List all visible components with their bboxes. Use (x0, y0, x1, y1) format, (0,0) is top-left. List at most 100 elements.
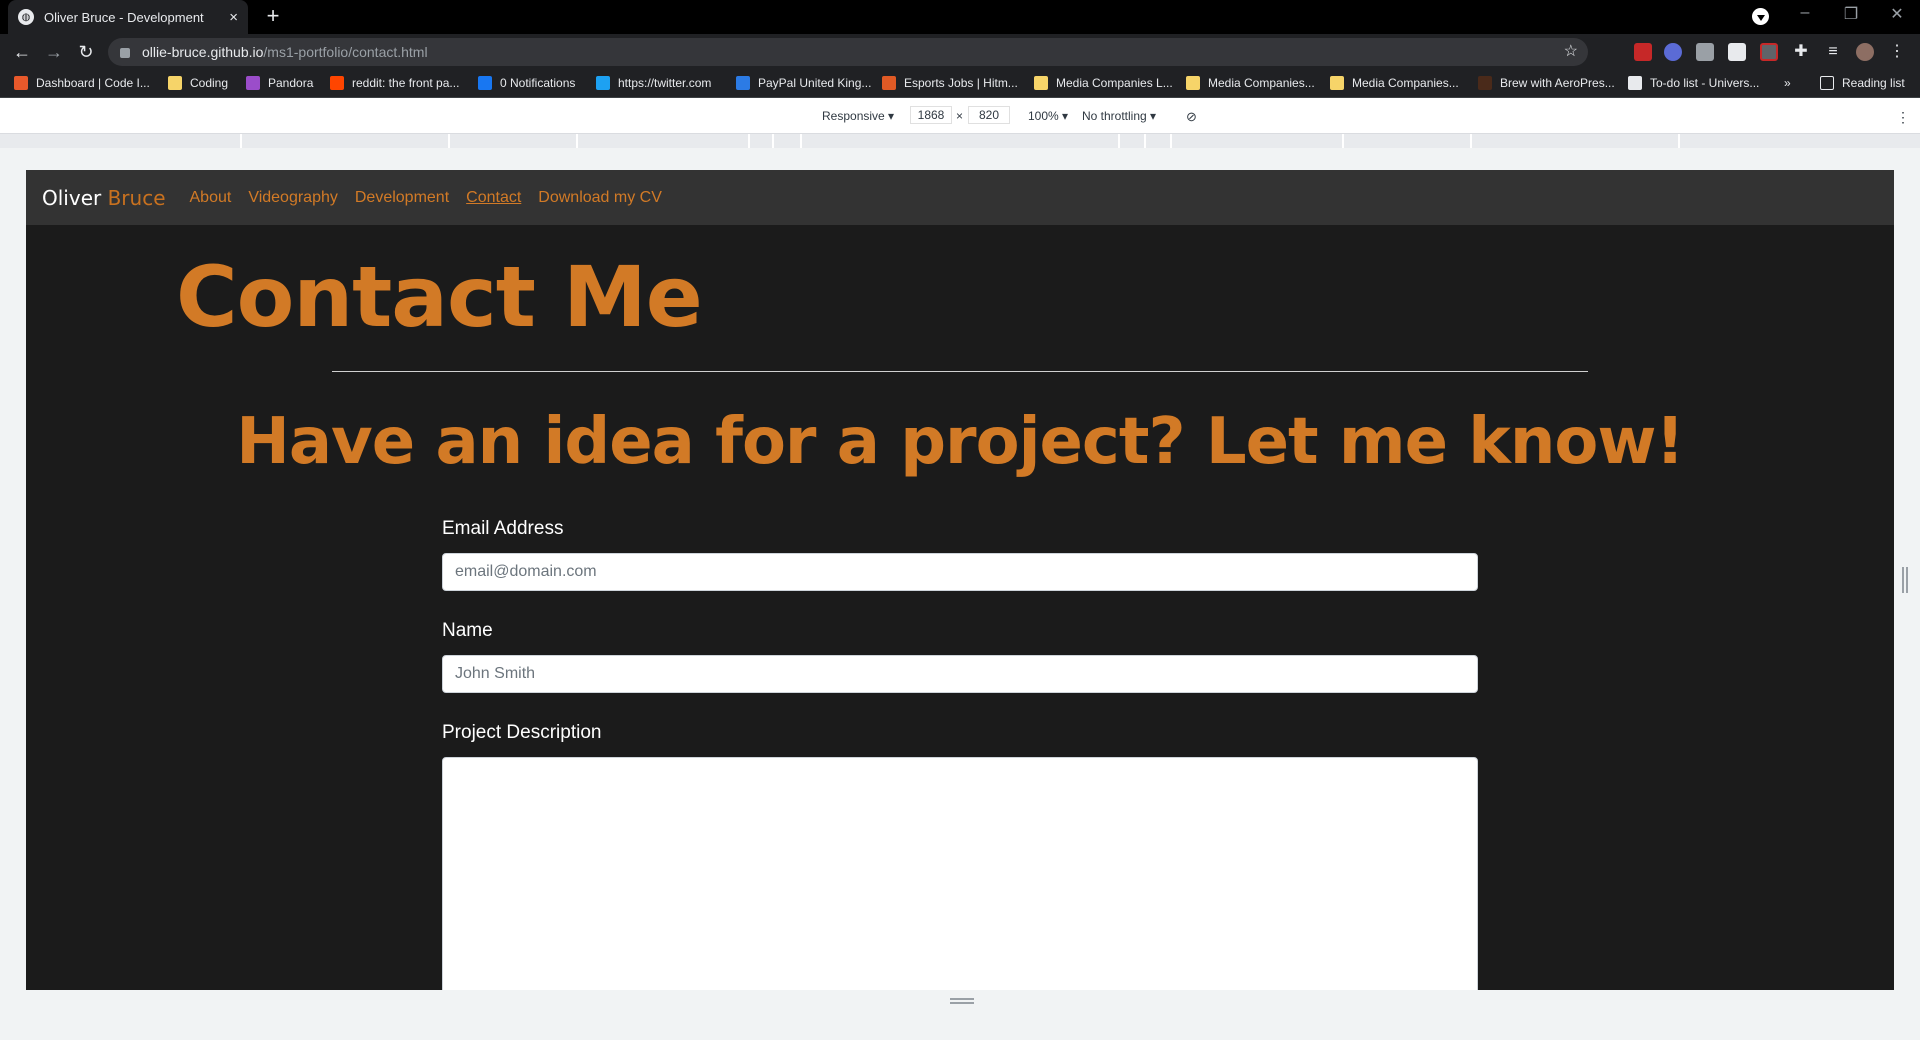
bookmark-item[interactable]: Dashboard | Code I... (14, 76, 150, 90)
viewport-resize-handle[interactable] (950, 998, 974, 1004)
restore-icon[interactable]: ❐ (1836, 4, 1866, 24)
bookmark-label: PayPal United King... (758, 76, 872, 90)
extension-icon[interactable] (1728, 43, 1746, 61)
bookmark-item[interactable]: Coding (168, 76, 228, 90)
bookmark-favicon-icon (1186, 76, 1200, 90)
bookmark-item[interactable]: Brew with AeroPres... (1478, 76, 1615, 90)
bookmark-label: Media Companies... (1352, 76, 1459, 90)
bookmark-label: Media Companies L... (1056, 76, 1173, 90)
back-icon[interactable]: ← (10, 40, 34, 64)
close-window-icon[interactable]: ✕ (1882, 4, 1912, 24)
bookmark-label: Dashboard | Code I... (36, 76, 150, 90)
bookmark-favicon-icon (736, 76, 750, 90)
lock-icon (120, 48, 130, 58)
description-label: Project Description (442, 722, 602, 743)
email-label: Email Address (442, 518, 564, 539)
ublock-extension-icon[interactable] (1634, 43, 1652, 61)
throttling-select[interactable]: No throttling ▾ (1082, 109, 1156, 123)
dimension-separator: × (956, 109, 964, 123)
new-tab-button[interactable]: + (260, 4, 286, 30)
bookmark-favicon-icon (478, 76, 492, 90)
browser-toolbar: ← → ↻ ollie-bruce.github.io/ms1-portfoli… (0, 34, 1920, 70)
contact-form: Email Address Name Project Description (442, 518, 1478, 990)
name-label: Name (442, 620, 493, 641)
bookmark-label: Coding (190, 76, 229, 90)
nav-link-contact[interactable]: Contact (466, 189, 521, 207)
bookmark-label: Media Companies... (1208, 76, 1315, 90)
brand-first-name: Oliver (42, 185, 102, 210)
bookmark-favicon-icon (168, 76, 182, 90)
bookmark-item[interactable]: Media Companies L... (1034, 76, 1173, 90)
bookmark-favicon-icon (14, 76, 28, 90)
globe-icon: ◍ (18, 9, 34, 25)
site-brand[interactable]: Oliver Bruce (42, 186, 166, 210)
divider (332, 371, 1588, 372)
rotate-icon[interactable]: ⊘ (1186, 109, 1197, 125)
bookmark-favicon-icon (1330, 76, 1344, 90)
bookmark-item[interactable]: Media Companies... (1186, 76, 1315, 90)
device-toolbar: Responsive ▾ 1868 × 820 100% ▾ No thrott… (0, 98, 1920, 134)
media-query-ruler[interactable] (0, 134, 1920, 148)
site-navbar: Oliver Bruce About Videography Developme… (26, 170, 1894, 225)
tagline: Have an idea for a project? Let me know! (236, 405, 1684, 479)
browser-tab[interactable]: ◍ Oliver Bruce - Development × (8, 0, 248, 34)
bookmark-star-icon[interactable]: ☆ (1564, 41, 1578, 61)
bookmark-favicon-icon (246, 76, 260, 90)
record-extension-icon[interactable] (1760, 43, 1778, 61)
tab-search-icon[interactable] (1752, 8, 1769, 25)
bookmark-favicon-icon (1034, 76, 1048, 90)
nav-link-about[interactable]: About (190, 189, 232, 207)
reload-icon[interactable]: ↻ (74, 40, 98, 64)
menu-kebab-icon[interactable]: ⋮ (1888, 43, 1906, 61)
bookmark-label: https://twitter.com (618, 76, 712, 90)
tab-title: Oliver Bruce - Development (44, 9, 204, 25)
reading-list-button[interactable]: Reading list (1820, 76, 1905, 90)
name-field[interactable] (442, 655, 1478, 693)
bookmark-item[interactable]: PayPal United King... (736, 76, 871, 90)
avatar[interactable] (1856, 43, 1874, 61)
brand-last-name: Bruce (107, 185, 166, 210)
bookmarks-bar: » Reading list Dashboard | Code I... Codi… (0, 70, 1920, 98)
bookmark-item[interactable]: https://twitter.com (596, 76, 711, 90)
bookmark-favicon-icon (1628, 76, 1642, 90)
bookmark-item[interactable]: To-do list - Univers... (1628, 76, 1759, 90)
bookmark-favicon-icon (1478, 76, 1492, 90)
bookmark-label: Brew with AeroPres... (1500, 76, 1615, 90)
tab-strip: ◍ Oliver Bruce - Development × + – ❐ ✕ (0, 0, 1920, 34)
bookmark-item[interactable]: Media Companies... (1330, 76, 1459, 90)
url-host: ollie-bruce.github.io (142, 44, 264, 60)
device-select[interactable]: Responsive ▾ (822, 109, 894, 123)
close-tab-icon[interactable]: × (229, 9, 238, 26)
puzzle-extensions-icon[interactable]: ✚ (1792, 43, 1810, 61)
reading-list-label: Reading list (1842, 76, 1905, 90)
emulated-viewport: Oliver Bruce About Videography Developme… (26, 170, 1894, 990)
viewport-width-input[interactable]: 1868 (910, 106, 952, 124)
forward-icon[interactable]: → (42, 40, 66, 64)
bookmark-label: To-do list - Univers... (1650, 76, 1760, 90)
nav-link-videography[interactable]: Videography (248, 189, 338, 207)
extension-badge-icon[interactable] (1664, 43, 1682, 61)
viewport-side-resize-handle[interactable] (1902, 567, 1908, 593)
url-path: /ms1-portfolio/contact.html (263, 44, 428, 60)
zoom-select[interactable]: 100% ▾ (1028, 109, 1068, 123)
minimize-icon[interactable]: – (1790, 4, 1820, 22)
bookmark-item[interactable]: reddit: the front pa... (330, 76, 459, 90)
address-bar[interactable]: ollie-bruce.github.io/ms1-portfolio/cont… (108, 38, 1588, 66)
nav-link-development[interactable]: Development (355, 189, 449, 207)
nav-link-download-cv[interactable]: Download my CV (538, 189, 662, 207)
bookmark-item[interactable]: 0 Notifications (478, 76, 575, 90)
device-options-icon[interactable]: ⋮ (1896, 109, 1910, 126)
project-description-field[interactable] (442, 757, 1478, 990)
bookmark-favicon-icon (330, 76, 344, 90)
bookmarks-overflow-icon[interactable]: » (1784, 76, 1791, 90)
bookmark-favicon-icon (596, 76, 610, 90)
bookmark-item[interactable]: Pandora (246, 76, 313, 90)
media-control-icon[interactable]: ≡ (1824, 43, 1842, 61)
bookmark-label: reddit: the front pa... (352, 76, 460, 90)
reading-list-icon (1820, 76, 1834, 90)
bookmark-label: 0 Notifications (500, 76, 576, 90)
extension-icon[interactable] (1696, 43, 1714, 61)
bookmark-item[interactable]: Esports Jobs | Hitm... (882, 76, 1018, 90)
viewport-height-input[interactable]: 820 (968, 106, 1010, 124)
email-field[interactable] (442, 553, 1478, 591)
